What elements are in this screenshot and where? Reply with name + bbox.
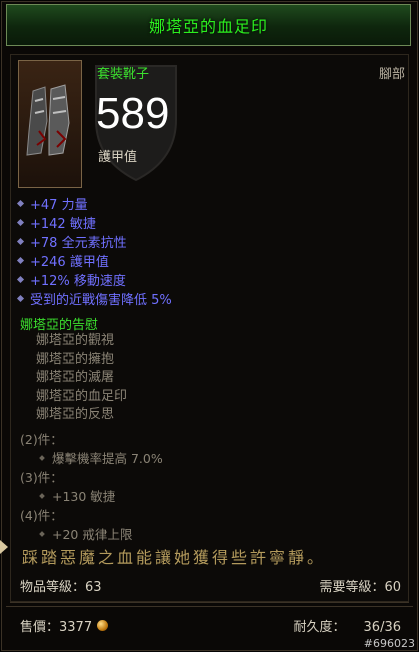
set-bonus-line: +20 戒律上限 <box>39 524 132 543</box>
set-bonus-line: 爆擊機率提高 7.0% <box>39 448 163 467</box>
set-piece-list: 娜塔亞的觀視 娜塔亞的擁抱 娜塔亞的滅屠 娜塔亞的血足印 娜塔亞的反思 <box>36 332 127 425</box>
flavor-text: 踩踏惡魔之血能讓她獲得些許寧靜。 <box>22 548 327 567</box>
stat-line: +246 護甲值 <box>16 251 172 270</box>
stat-line: +142 敏捷 <box>16 213 172 232</box>
item-title-bar: 娜塔亞的血足印 <box>6 4 411 46</box>
diamond-bullet-icon <box>39 454 45 461</box>
diamond-bullet-icon <box>39 492 45 499</box>
item-type: 套裝靴子 <box>97 67 150 82</box>
boots-icon <box>18 60 82 188</box>
tooltip-footer: 售價：3377 耐久度： 36/36 <box>6 606 413 641</box>
stat-line: +12% 移動速度 <box>16 270 172 289</box>
set-bonus-header: (2)件： <box>20 432 63 447</box>
armor-value: 589 <box>96 89 170 138</box>
set-piece: 娜塔亞的觀視 <box>36 333 115 348</box>
gold-coin-icon <box>97 620 109 631</box>
set-bonus-header: (4)件： <box>20 508 63 523</box>
diamond-bullet-icon <box>16 199 25 208</box>
set-bonus-header: (3)件： <box>20 470 63 485</box>
set-name: 娜塔亞的告慰 <box>20 318 99 333</box>
diamond-bullet-icon <box>39 530 45 537</box>
set-piece: 娜塔亞的反思 <box>36 407 115 422</box>
stat-line: +47 力量 <box>16 194 172 213</box>
diamond-bullet-icon <box>16 218 25 227</box>
diamond-bullet-icon <box>16 256 25 265</box>
sell-price: 售價：3377 <box>20 616 109 635</box>
item-level: 物品等級：63 <box>20 580 102 595</box>
set-piece: 娜塔亞的擁抱 <box>36 351 115 367</box>
armor-label: 護甲值 <box>98 150 138 165</box>
pointer-arrow-icon <box>0 540 8 554</box>
item-slot: 腳部 <box>378 67 405 82</box>
stat-line: +78 全元素抗性 <box>16 232 172 251</box>
watermark: #696023 <box>363 637 415 650</box>
stat-list: +47 力量 +142 敏捷 +78 全元素抗性 +246 護甲值 +12% 移… <box>16 194 172 308</box>
diamond-bullet-icon <box>16 275 25 284</box>
set-bonus-line: +130 敏捷 <box>39 486 115 505</box>
diamond-bullet-icon <box>16 237 25 246</box>
item-name: 娜塔亞的血足印 <box>148 17 268 36</box>
set-piece: 娜塔亞的滅屠 <box>36 370 115 385</box>
diamond-bullet-icon <box>16 294 25 303</box>
durability: 耐久度： 36/36 <box>293 620 401 635</box>
stat-line: 受到的近戰傷害降低 5% <box>16 289 172 308</box>
required-level: 需要等級：60 <box>319 580 401 595</box>
divider <box>10 602 409 603</box>
set-piece: 娜塔亞的血足印 <box>36 388 128 404</box>
